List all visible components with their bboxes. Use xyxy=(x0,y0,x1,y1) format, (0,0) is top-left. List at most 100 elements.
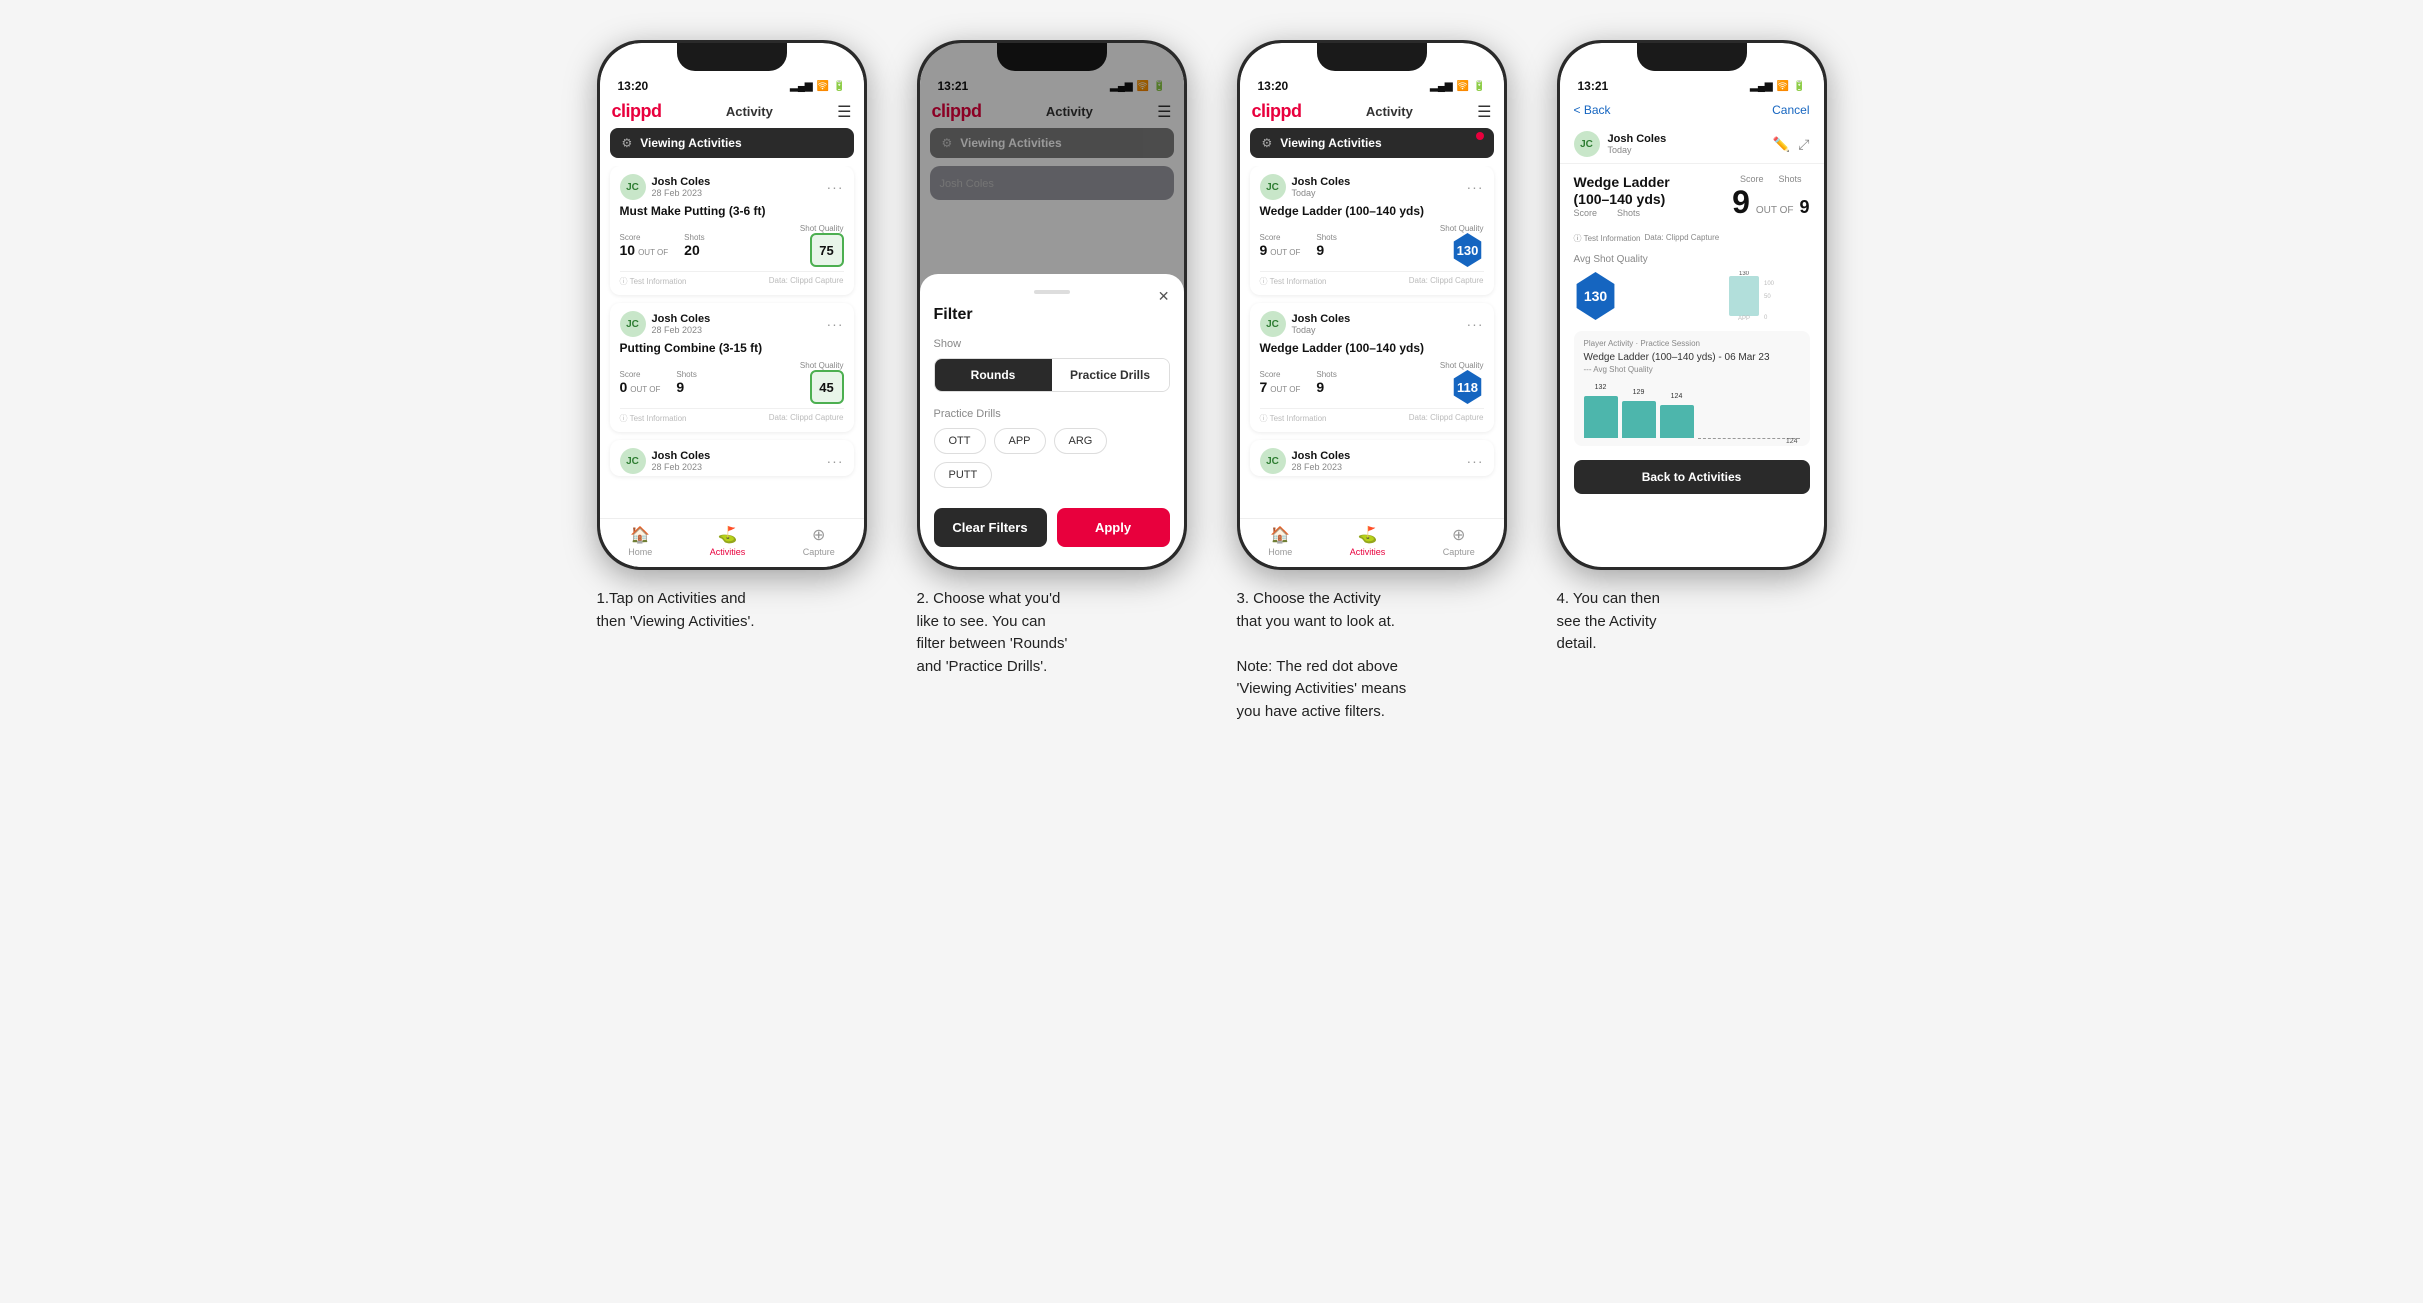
status-icons-3: ▂▄▆ 🛜 🔋 xyxy=(1430,81,1485,92)
more-icon-3-2[interactable]: ··· xyxy=(1467,316,1484,332)
shot-quality-3-1: 130 xyxy=(1452,233,1484,267)
wifi-icon-3: 🛜 xyxy=(1457,81,1469,92)
sq-label-3-1: Shot Quality xyxy=(1440,224,1484,233)
sq-label-1-1: Shot Quality xyxy=(800,224,844,233)
bar-3-4: 124 xyxy=(1660,405,1694,438)
card-title-1-1: Must Make Putting (3-6 ft) xyxy=(620,204,844,218)
chip-app[interactable]: APP xyxy=(994,428,1046,454)
card-user-3-1: JC Josh Coles Today xyxy=(1260,174,1351,200)
clear-filters-btn[interactable]: Clear Filters xyxy=(934,508,1047,547)
back-activities-btn-4[interactable]: Back to Activities xyxy=(1574,460,1810,494)
activity-bar-3[interactable]: ⚙ Viewing Activities xyxy=(1250,128,1494,158)
activity-card-3-1[interactable]: JC Josh Coles Today ··· Wedge Ladder (10… xyxy=(1250,166,1494,295)
score-value-1-2: 0 xyxy=(620,379,628,395)
back-btn-4[interactable]: < Back xyxy=(1574,103,1611,117)
hamburger-icon-1[interactable]: ☰ xyxy=(837,102,851,122)
status-time-3: 13:20 xyxy=(1258,79,1289,93)
stats-row-3-1: Score 9 OUT OF Shots 9 xyxy=(1260,224,1484,267)
user-name-4: Josh Coles xyxy=(1608,133,1667,145)
home-icon-3: 🏠 xyxy=(1270,525,1290,545)
phone-3-col: 13:20 ▂▄▆ 🛜 🔋 clippd Activity ☰ xyxy=(1227,40,1517,723)
card-header-3-3: JC Josh Coles 28 Feb 2023 ··· xyxy=(1260,448,1484,474)
user-date-1-3: 28 Feb 2023 xyxy=(652,462,711,472)
footer-left-3-2: ⓘ Test Information xyxy=(1260,413,1327,424)
bar-chart-4: 132 129 124 124 xyxy=(1584,378,1800,438)
card-list-3: JC Josh Coles Today ··· Wedge Ladder (10… xyxy=(1240,166,1504,567)
shot-quality-1-1: 75 xyxy=(810,233,844,267)
nav-capture-1[interactable]: ⊕ Capture xyxy=(803,525,835,557)
phone-1-frame: 13:20 ▂▄▆ 🛜 🔋 clippd Activity ☰ xyxy=(597,40,867,570)
svg-text:0: 0 xyxy=(1764,315,1768,321)
detail-score-col-label-4: Score Shots xyxy=(1732,174,1809,184)
nav-activities-3[interactable]: ⛳ Activities xyxy=(1350,525,1386,557)
nav-capture-3[interactable]: ⊕ Capture xyxy=(1443,525,1475,557)
more-icon-3-3[interactable]: ··· xyxy=(1467,453,1484,469)
more-icon-1-1[interactable]: ··· xyxy=(827,179,844,195)
card-user-1-3: JC Josh Coles 28 Feb 2023 xyxy=(620,448,711,474)
score-value-3-2: 7 xyxy=(1260,379,1268,395)
sq-label-1-2: Shot Quality xyxy=(800,361,844,370)
chip-ott[interactable]: OTT xyxy=(934,428,986,454)
shots-value-1-1: 20 xyxy=(684,242,700,258)
signal-icon-1: ▂▄▆ xyxy=(790,81,812,92)
phone-1-notch xyxy=(677,43,787,71)
activity-card-3-2[interactable]: JC Josh Coles Today ··· Wedge Ladder (10… xyxy=(1250,303,1494,432)
activity-bar-1[interactable]: ⚙ Viewing Activities xyxy=(610,128,854,158)
shots-label-1-1: Shots xyxy=(684,233,704,242)
data-label-4: Data: Clippd Capture xyxy=(1645,233,1720,244)
avg-sq-row-4: 130 130 100 50 0 APP xyxy=(1574,271,1810,321)
nav-home-3[interactable]: 🏠 Home xyxy=(1268,525,1292,557)
card-header-1-1: JC Josh Coles 28 Feb 2023 ··· xyxy=(620,174,844,200)
bottom-nav-1: 🏠 Home ⛳ Activities ⊕ Capture xyxy=(600,518,864,567)
phone-4-col: 13:21 ▂▄▆ 🛜 🔋 < Back Cancel xyxy=(1547,40,1837,656)
filter-close-btn[interactable]: ✕ xyxy=(1158,288,1170,305)
activity-card-1-1[interactable]: JC Josh Coles 28 Feb 2023 ··· Must Make … xyxy=(610,166,854,295)
hamburger-icon-3[interactable]: ☰ xyxy=(1477,102,1491,122)
activity-card-1-2[interactable]: JC Josh Coles 28 Feb 2023 ··· Putting Co… xyxy=(610,303,854,432)
phone-3-screen: 13:20 ▂▄▆ 🛜 🔋 clippd Activity ☰ xyxy=(1240,43,1504,567)
apply-btn[interactable]: Apply xyxy=(1057,508,1170,547)
outof-1-2: OUT OF xyxy=(630,385,660,394)
phone-4-notch xyxy=(1637,43,1747,71)
caption-3: 3. Choose the Activity that you want to … xyxy=(1237,588,1507,723)
stats-row-3-2: Score 7 OUT OF Shots 9 xyxy=(1260,361,1484,404)
mini-chart-4: 130 100 50 0 APP xyxy=(1628,271,1810,321)
chip-arg[interactable]: ARG xyxy=(1054,428,1108,454)
battery-icon-1: 🔋 xyxy=(833,81,845,92)
more-icon-1-2[interactable]: ··· xyxy=(827,316,844,332)
card-header-1-2: JC Josh Coles 28 Feb 2023 ··· xyxy=(620,311,844,337)
user-name-3-1: Josh Coles xyxy=(1292,176,1351,188)
pa-drill-4: Wedge Ladder (100–140 yds) - 06 Mar 23 xyxy=(1584,352,1800,363)
score-label-1-2: Score xyxy=(620,370,661,379)
detail-action-icons-4: ✏️ ⤢ xyxy=(1773,136,1810,153)
card-footer-3-2: ⓘ Test Information Data: Clippd Capture xyxy=(1260,408,1484,424)
shots-value-1-2: 9 xyxy=(676,379,684,395)
card-user-1-1: JC Josh Coles 28 Feb 2023 xyxy=(620,174,711,200)
home-icon-1: 🏠 xyxy=(630,525,650,545)
capture-icon-3: ⊕ xyxy=(1452,525,1465,545)
player-activity-section-4: Player Activity · Practice Session Wedge… xyxy=(1574,331,1810,446)
red-dot-3 xyxy=(1476,132,1484,140)
signal-icon-4: ▂▄▆ xyxy=(1750,81,1772,92)
sq-label-3-2: Shot Quality xyxy=(1440,361,1484,370)
card-user-1-2: JC Josh Coles 28 Feb 2023 xyxy=(620,311,711,337)
expand-icon-4[interactable]: ⤢ xyxy=(1798,136,1809,153)
toggle-rounds[interactable]: Rounds xyxy=(935,359,1052,391)
practice-drills-label-2: Practice Drills xyxy=(934,408,1170,420)
toggle-practice-drills[interactable]: Practice Drills xyxy=(1052,359,1169,391)
activities-icon-3: ⛳ xyxy=(1358,525,1378,545)
stats-row-1-1: Score 10 OUT OF Shots 20 xyxy=(620,224,844,267)
card-footer-1-2: ⓘ Test Information Data: Clippd Capture xyxy=(620,408,844,424)
chip-putt[interactable]: PUTT xyxy=(934,462,993,488)
user-date-1-1: 28 Feb 2023 xyxy=(652,188,711,198)
nav-home-1[interactable]: 🏠 Home xyxy=(628,525,652,557)
caption-2: 2. Choose what you'd like to see. You ca… xyxy=(917,588,1187,678)
more-icon-3-1[interactable]: ··· xyxy=(1467,179,1484,195)
edit-icon-4[interactable]: ✏️ xyxy=(1773,136,1790,153)
footer-left-3-1: ⓘ Test Information xyxy=(1260,276,1327,287)
show-label-2: Show xyxy=(934,338,1170,350)
cancel-btn-4[interactable]: Cancel xyxy=(1772,103,1809,117)
detail-title-4: Wedge Ladder(100–140 yds) xyxy=(1574,174,1670,208)
more-icon-1-3[interactable]: ··· xyxy=(827,453,844,469)
nav-activities-1[interactable]: ⛳ Activities xyxy=(710,525,746,557)
